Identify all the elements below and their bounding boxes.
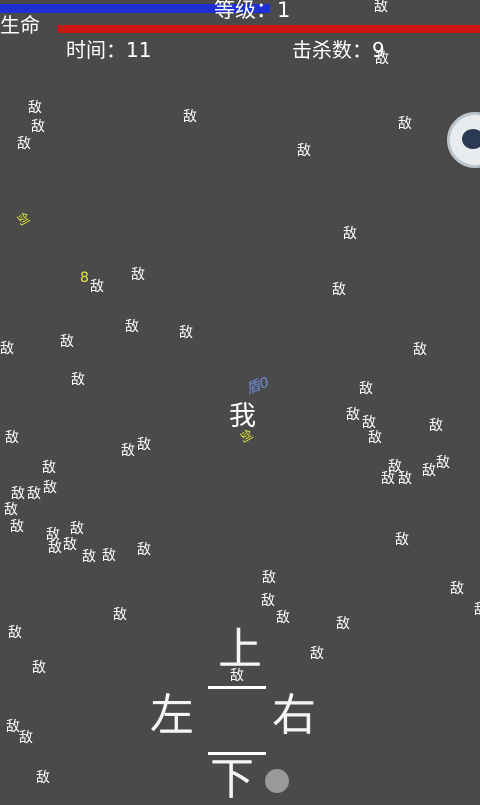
enemy: 敌 [137,542,151,558]
enemy: 敌 [8,625,22,641]
enemy: 敌 [63,537,77,553]
enemy: 敌 [398,471,412,487]
life-label: 生命 [0,13,40,37]
player: 我 [229,401,256,432]
enemy: 敌 [398,116,412,132]
enemy: 敌 [36,770,50,786]
chat-bubble-icon[interactable] [447,112,480,168]
enemy: 敌 [28,100,42,116]
enemy: 敌 [90,279,104,295]
enemy: 敌 [42,460,56,476]
enemy: 敌 [474,603,480,617]
enemy: 敌 [113,607,127,623]
enemy: 敌 [422,463,436,479]
enemy: 敌 [60,334,74,350]
right-button[interactable]: 右 [272,694,316,738]
enemy: 敌 [262,570,276,586]
shield-indicator: 盾0 [244,374,272,398]
enemy: 敌 [336,616,350,632]
weapon-pickup: 剑 [13,210,33,228]
enemy: 敌 [102,548,116,564]
enemy: 敌 [368,430,382,446]
enemy: 敌 [6,719,20,735]
enemy: 敌 [11,486,25,502]
enemy: 敌 [82,549,96,565]
enemy: 敌 [332,282,346,298]
enemy: 敌 [4,502,18,518]
enemy: 敌 [413,342,427,358]
time-label: 时间：11 [66,38,152,62]
enemy: 敌 [261,593,275,609]
down-button[interactable]: 下 [210,758,254,802]
enemy: 敌 [31,119,45,135]
enemy: 敌 [10,519,24,535]
enemy: 敌 [362,415,376,431]
enemy: 敌 [121,443,135,459]
enemy: 敌 [48,540,62,556]
enemy: 敌 [346,407,360,423]
enemy: 敌 [297,143,311,159]
enemy: 敌 [381,471,395,487]
enemy: 敌 [5,430,19,446]
enemy: 敌 [359,381,373,397]
enemy: 敌 [19,730,33,746]
enemy: 敌 [125,319,139,335]
enemy: 敌 [71,372,85,388]
enemy: 敌 [43,480,57,496]
enemy: 敌 [137,437,151,453]
up-divider [208,686,266,689]
up-button[interactable]: 上 [218,628,262,672]
kill-count-label: 击杀数：9 [292,38,385,62]
enemy: 敌 [450,581,464,597]
left-button[interactable]: 左 [150,694,194,738]
enemy: 敌 [310,646,324,662]
bonus-number: 8 [80,270,89,286]
enemy: 敌 [183,109,197,125]
enemy: 敌 [32,660,46,676]
enemy: 敌 [70,521,84,537]
enemy: 敌 [276,610,290,626]
enemy: 敌 [374,0,388,15]
chat-inner-icon [462,129,480,149]
enemy: 敌 [395,532,409,548]
level-label: 等级：1 [214,0,291,22]
enemy: 敌 [436,455,450,471]
health-bar [58,25,480,33]
enemy: 敌 [179,325,193,341]
enemy: 敌 [131,267,145,283]
enemy: 敌 [0,341,14,357]
enemy: 敌 [375,51,389,67]
joystick-knob[interactable] [265,769,289,793]
enemy: 敌 [343,226,357,242]
enemy: 敌 [429,418,443,434]
enemy: 敌 [17,136,31,152]
enemy: 敌 [27,486,41,502]
game-stage[interactable]: 等级：1 生命 时间：11 击杀数：9 敌敌敌敌敌敌敌敌敌敌敌敌敌敌敌敌敌敌敌敌… [0,0,480,802]
